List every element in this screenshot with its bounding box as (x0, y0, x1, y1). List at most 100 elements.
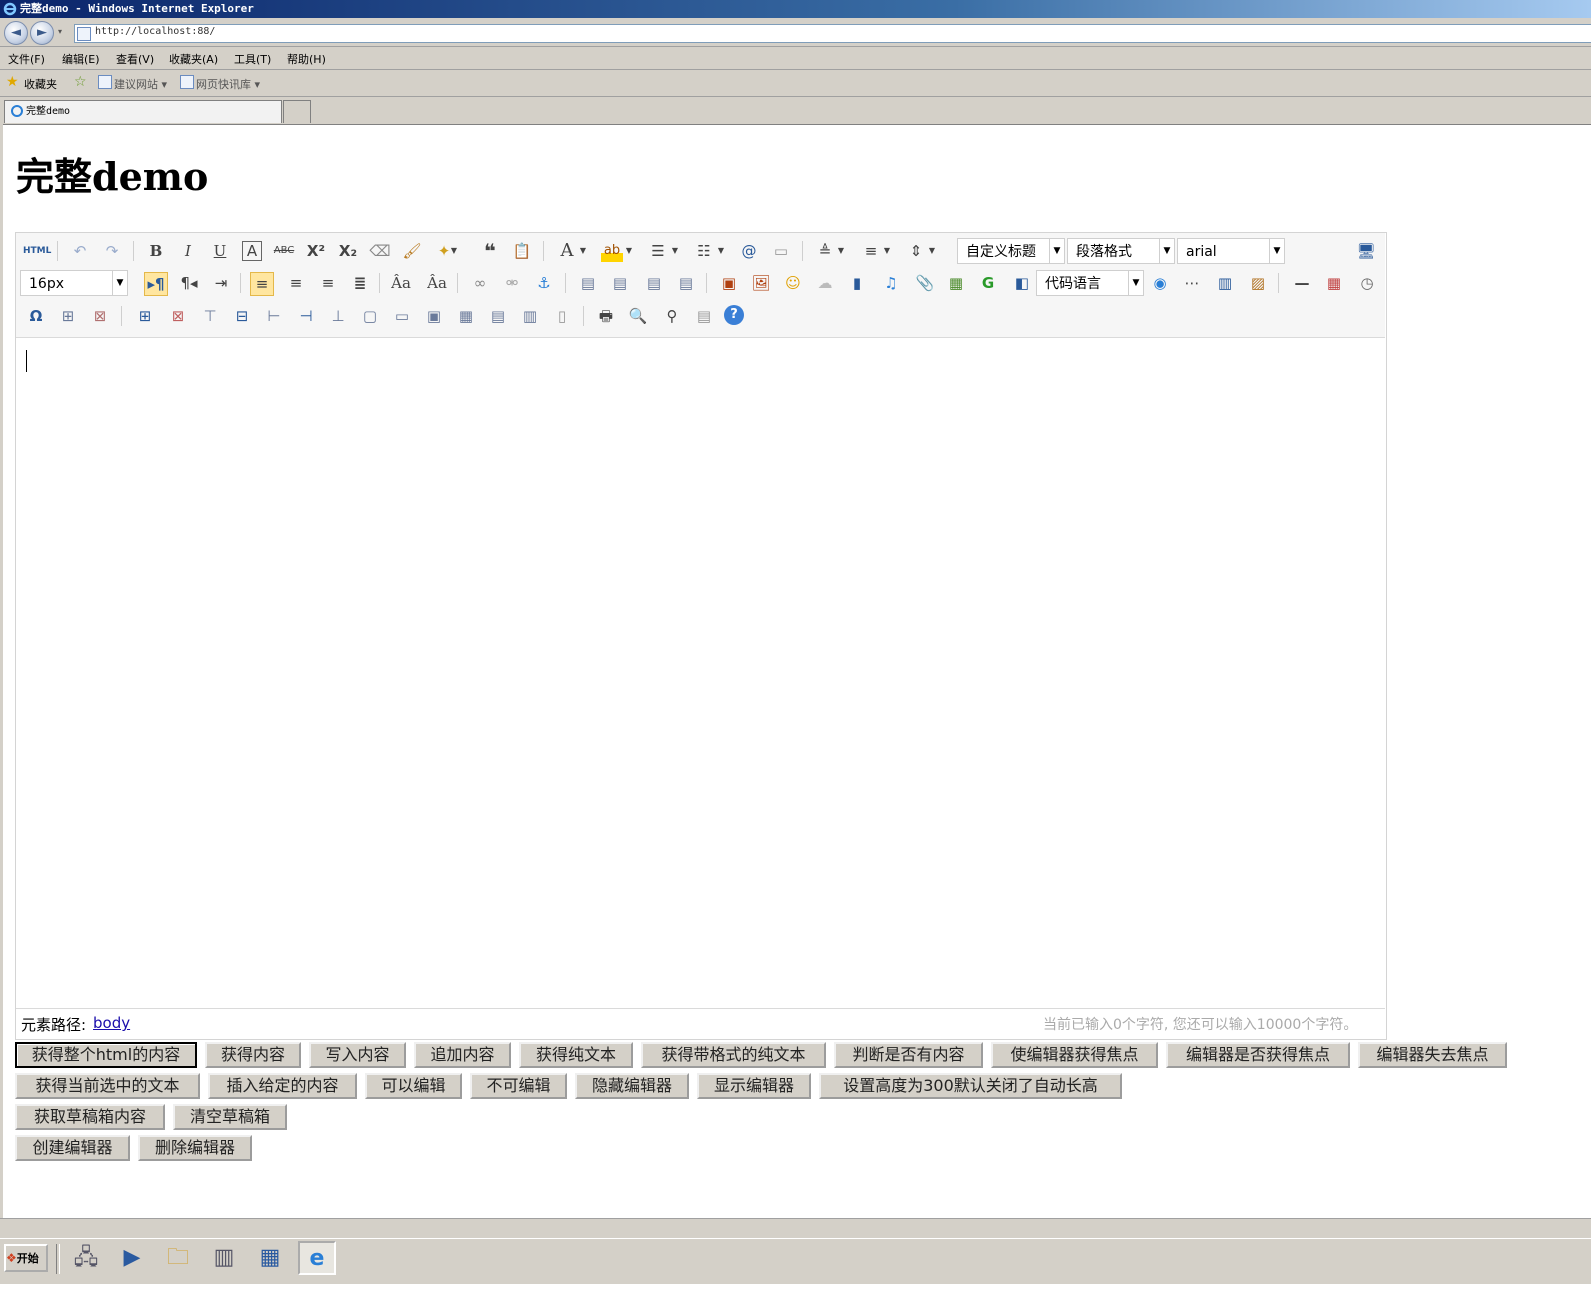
add-favorite-icon[interactable]: ☆ (74, 74, 87, 90)
menu-file[interactable]: 文件(F) (8, 51, 45, 67)
format-match-icon[interactable]: 🖌 (401, 240, 423, 262)
align-right-icon[interactable]: ≡ (317, 272, 339, 294)
link-icon[interactable]: ∞ (469, 272, 491, 294)
merge-right-icon[interactable]: ▭ (391, 305, 413, 327)
help-icon[interactable]: ? (724, 305, 744, 325)
set-focus-button[interactable]: 使编辑器获得焦点 (991, 1042, 1158, 1068)
chevron-down-icon[interactable]: ▼ (576, 240, 590, 262)
drafts-icon[interactable]: ▤ (693, 305, 715, 327)
delete-table-icon[interactable]: ⊠ (167, 305, 189, 327)
insert-image-icon[interactable]: 🖼 (750, 272, 772, 294)
get-drafts-button[interactable]: 获取草稿箱内容 (15, 1104, 165, 1130)
chevron-down-icon[interactable]: ▼ (447, 240, 461, 262)
html-source-icon[interactable]: HTML (23, 240, 51, 262)
merge-cells-icon[interactable]: ▢ (359, 305, 381, 327)
hide-editor-button[interactable]: 隐藏编辑器 (575, 1073, 689, 1099)
clear-drafts-button[interactable]: 清空草稿箱 (173, 1104, 287, 1130)
editor-content-area[interactable] (16, 338, 1385, 1006)
lowercase-icon[interactable]: Âa (426, 272, 448, 294)
menu-tools[interactable]: 工具(T) (234, 51, 271, 67)
set-enabled-button[interactable]: 可以编辑 (365, 1073, 462, 1099)
row-spacing-top-icon[interactable]: ≜ (814, 240, 836, 262)
append-content-button[interactable]: 追加内容 (414, 1042, 511, 1068)
back-arrow-icon[interactable]: ◄ (4, 21, 28, 45)
powershell-icon[interactable]: ▶ (116, 1242, 148, 1274)
search-replace-icon[interactable]: ⊞ (57, 305, 79, 327)
set-height-button[interactable]: 设置高度为300默认关闭了自动长高 (819, 1073, 1122, 1099)
image-none-float-icon[interactable]: ▤ (577, 272, 599, 294)
forward-arrow-icon[interactable]: ► (30, 21, 54, 45)
get-all-html-button[interactable]: 获得整个html的内容 (15, 1042, 197, 1068)
chevron-down-icon[interactable]: ▼ (668, 240, 682, 262)
image-right-icon[interactable]: ▤ (643, 272, 665, 294)
insert-frame-icon[interactable]: ◧ (1011, 272, 1033, 294)
start-button[interactable]: ❖开始 (4, 1244, 48, 1272)
delete-col-icon[interactable]: ⊥ (327, 305, 349, 327)
suggested-sites-link[interactable]: 建议网站 ▾ (114, 76, 167, 92)
get-plain-text-button[interactable]: 获得纯文本 (519, 1042, 633, 1068)
web-slices-link[interactable]: 网页快讯库 ▾ (196, 76, 260, 92)
scrawl-icon[interactable]: ☁ (814, 272, 836, 294)
superscript-icon[interactable]: X² (305, 240, 327, 262)
bold-icon[interactable]: B (145, 240, 167, 262)
clear-document-icon[interactable]: ▭ (770, 240, 792, 262)
tab-current[interactable]: 完整demo (4, 100, 282, 123)
menu-favorites[interactable]: 收藏夹(A) (169, 51, 218, 67)
address-bar[interactable]: http://localhost:88/ (74, 24, 1591, 43)
code-language-select[interactable]: 代码语言 ▼ (1036, 270, 1144, 296)
insert-table-icon[interactable]: ⊞ (134, 305, 156, 327)
split-to-cells-icon[interactable]: ▦ (455, 305, 477, 327)
paragraph-format-select[interactable]: 段落格式 ▼ (1067, 238, 1175, 264)
is-focused-button[interactable]: 编辑器是否获得焦点 (1166, 1042, 1350, 1068)
simple-upload-icon[interactable]: ▣ (718, 272, 740, 294)
element-path-body-link[interactable]: body (93, 1014, 130, 1032)
date-icon[interactable]: ▦ (1323, 272, 1345, 294)
remove-format-icon[interactable]: ⌫ (369, 240, 391, 262)
emotion-icon[interactable]: ☺ (782, 272, 804, 294)
print-icon[interactable]: 🖶 (595, 305, 617, 327)
template-icon[interactable]: ▥ (1214, 272, 1236, 294)
split-to-cols-icon[interactable]: ▥ (519, 305, 541, 327)
subscript-icon[interactable]: X₂ (337, 240, 359, 262)
special-chars-icon[interactable]: Ω (25, 305, 47, 327)
align-left-icon[interactable]: ≡ (250, 272, 274, 296)
chevron-down-icon[interactable]: ▼ (834, 240, 848, 262)
image-center-icon[interactable]: ▤ (675, 272, 697, 294)
font-border-icon[interactable]: A (242, 241, 262, 261)
chevron-down-icon[interactable]: ▼ (714, 240, 728, 262)
server-manager-icon[interactable]: 🖧 (70, 1242, 102, 1274)
attachment-icon[interactable]: 📎 (914, 272, 936, 294)
insert-video-icon[interactable]: ▮ (846, 272, 868, 294)
insert-html-button[interactable]: 插入给定的内容 (208, 1073, 357, 1099)
unordered-list-icon[interactable]: ☷ (693, 240, 715, 262)
image-left-icon[interactable]: ▤ (609, 272, 631, 294)
blockquote-icon[interactable]: ❝ (479, 240, 501, 262)
align-justify-icon[interactable]: ≣ (349, 272, 371, 294)
set-content-button[interactable]: 写入内容 (309, 1042, 406, 1068)
font-color-icon[interactable]: A (556, 240, 578, 262)
highlight-color-icon[interactable]: ab (601, 240, 623, 262)
select-all-icon[interactable]: @ (738, 240, 760, 262)
chevron-down-icon[interactable]: ▼ (622, 240, 636, 262)
redo-icon[interactable]: ↷ (101, 240, 123, 262)
set-blur-button[interactable]: 编辑器失去焦点 (1358, 1042, 1507, 1068)
spell-check-icon[interactable]: ⊠ (89, 305, 111, 327)
merge-down-icon[interactable]: ▣ (423, 305, 445, 327)
anchor-icon[interactable]: ⚓ (533, 272, 555, 294)
delete-editor-button[interactable]: 删除编辑器 (138, 1135, 252, 1161)
fullscreen-icon[interactable]: 🖥 (1355, 240, 1377, 262)
set-disabled-button[interactable]: 不可编辑 (470, 1073, 567, 1099)
font-size-select[interactable]: 16px ▼ (20, 270, 128, 296)
page-break-icon[interactable]: ⋯ (1181, 272, 1203, 294)
chevron-down-icon[interactable]: ▼ (880, 240, 894, 262)
delete-row-icon[interactable]: ⊢ (263, 305, 285, 327)
rtl-direction-icon[interactable]: ¶◂ (178, 272, 200, 294)
google-map-icon[interactable]: G (977, 272, 999, 294)
get-content-button[interactable]: 获得内容 (205, 1042, 301, 1068)
insert-col-icon[interactable]: ⊣ (295, 305, 317, 327)
line-height-icon[interactable]: ⇕ (905, 240, 927, 262)
insert-paragraph-before-table-icon[interactable]: ⊤ (199, 305, 221, 327)
get-selected-text-button[interactable]: 获得当前选中的文本 (15, 1073, 200, 1099)
split-to-rows-icon[interactable]: ▤ (487, 305, 509, 327)
preview-icon[interactable]: 🔍 (627, 305, 649, 327)
